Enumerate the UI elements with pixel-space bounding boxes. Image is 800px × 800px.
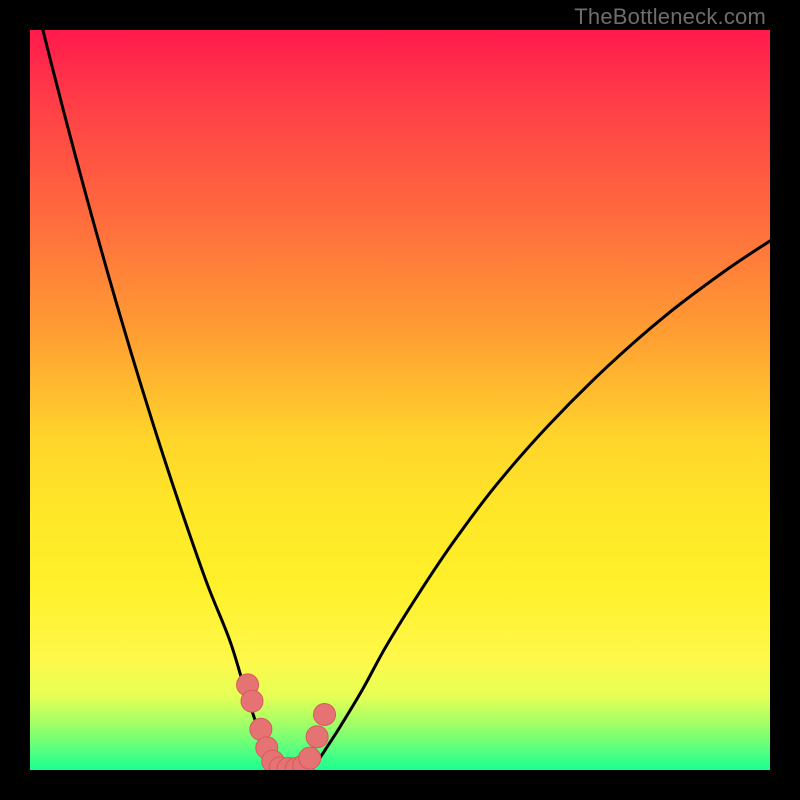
data-marker xyxy=(299,747,321,769)
chart-frame: TheBottleneck.com xyxy=(0,0,800,800)
watermark-text: TheBottleneck.com xyxy=(574,4,766,30)
marker-group xyxy=(237,674,336,770)
data-marker xyxy=(306,726,328,748)
chart-svg xyxy=(30,30,770,770)
data-marker xyxy=(241,690,263,712)
plot-area xyxy=(30,30,770,770)
bottleneck-curve xyxy=(30,30,770,770)
data-marker xyxy=(314,704,336,726)
